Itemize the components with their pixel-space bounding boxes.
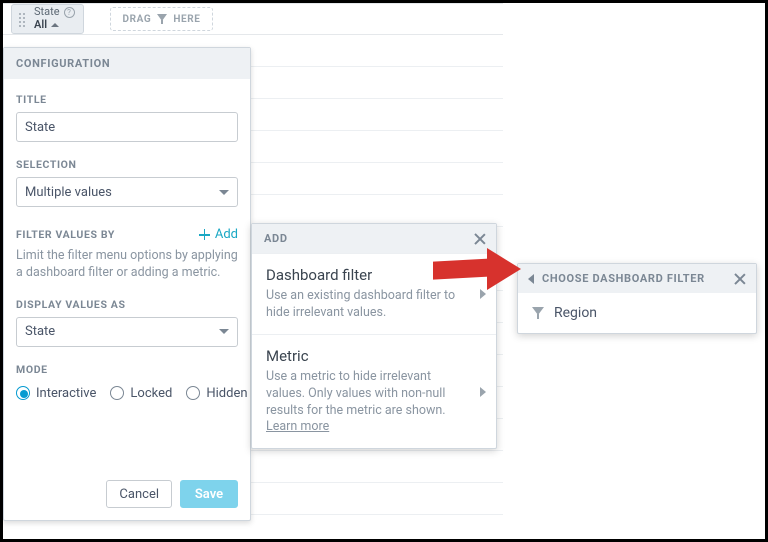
add-link-text: Add (215, 227, 238, 242)
back-icon[interactable] (528, 274, 534, 284)
filter-icon (157, 14, 167, 24)
configuration-header: CONFIGURATION (4, 48, 250, 79)
display-values-select[interactable]: State (16, 317, 238, 347)
add-option-dashboard-filter[interactable]: Dashboard filter Use an existing dashboa… (252, 253, 496, 334)
choose-dashboard-filter-panel: CHOOSE DASHBOARD FILTER Region (517, 263, 757, 334)
mode-radio-label: Interactive (36, 386, 96, 401)
dropzone-text-left: DRAG (123, 14, 152, 25)
chevron-right-icon (480, 387, 486, 397)
learn-more-link[interactable]: Learn more (266, 419, 329, 434)
add-filter-values-link[interactable]: Add (198, 227, 238, 242)
filter-dropzone[interactable]: DRAG HERE (110, 7, 214, 31)
mode-radio-group: Interactive Locked Hidden (16, 386, 238, 401)
choose-filter-option-region[interactable]: Region (518, 293, 756, 333)
configuration-panel: CONFIGURATION TITLE State SELECTION Mult… (3, 47, 251, 521)
add-popover-header: ADD (264, 232, 288, 245)
choose-filter-header: CHOOSE DASHBOARD FILTER (542, 272, 705, 285)
filter-values-by-help: Limit the filter menu options by applyin… (16, 248, 238, 282)
mode-radio-label: Hidden (206, 386, 247, 401)
mode-label: MODE (16, 363, 238, 376)
add-popover: ADD Dashboard filter Use an existing das… (251, 223, 497, 449)
drag-grip-icon (18, 12, 26, 28)
add-option-desc: Use a metric to hide irrelevant values. … (266, 369, 482, 437)
close-icon[interactable] (734, 273, 746, 285)
close-icon[interactable] (474, 233, 486, 245)
save-button[interactable]: Save (180, 480, 238, 508)
radio-icon (16, 386, 30, 400)
add-option-metric[interactable]: Metric Use a metric to hide irrelevant v… (252, 334, 496, 449)
filter-icon (532, 307, 544, 319)
mode-radio-locked[interactable]: Locked (110, 386, 172, 401)
radio-icon (186, 386, 200, 400)
help-icon[interactable]: ? (64, 7, 75, 18)
chevron-down-icon (219, 190, 229, 195)
chevron-down-icon (219, 329, 229, 334)
add-option-title: Dashboard filter (266, 266, 482, 284)
cancel-button[interactable]: Cancel (106, 480, 172, 508)
caret-up-icon (51, 23, 59, 27)
add-option-title: Metric (266, 347, 482, 365)
add-option-desc: Use an existing dashboard filter to hide… (266, 288, 482, 322)
title-input[interactable]: State (16, 112, 238, 142)
filter-pill-state[interactable]: State ? All (11, 4, 84, 34)
dropzone-text-right: HERE (173, 14, 200, 25)
display-values-label: DISPLAY VALUES AS (16, 298, 238, 311)
selection-select[interactable]: Multiple values (16, 177, 238, 207)
filter-pill-value: All (34, 19, 47, 32)
title-label: TITLE (16, 93, 238, 106)
choose-filter-option-label: Region (554, 305, 597, 321)
selection-label: SELECTION (16, 158, 238, 171)
mode-radio-label: Locked (130, 386, 172, 401)
selection-value: Multiple values (25, 185, 112, 200)
filter-values-by-label: FILTER VALUES BY (16, 228, 115, 241)
mode-radio-hidden[interactable]: Hidden (186, 386, 247, 401)
display-values-value: State (25, 324, 55, 339)
plus-icon (198, 228, 211, 241)
title-input-value: State (25, 120, 55, 135)
chevron-right-icon (480, 289, 486, 299)
mode-radio-interactive[interactable]: Interactive (16, 386, 96, 401)
radio-icon (110, 386, 124, 400)
dashboard-filter-bar: State ? All DRAG HERE (3, 3, 503, 35)
